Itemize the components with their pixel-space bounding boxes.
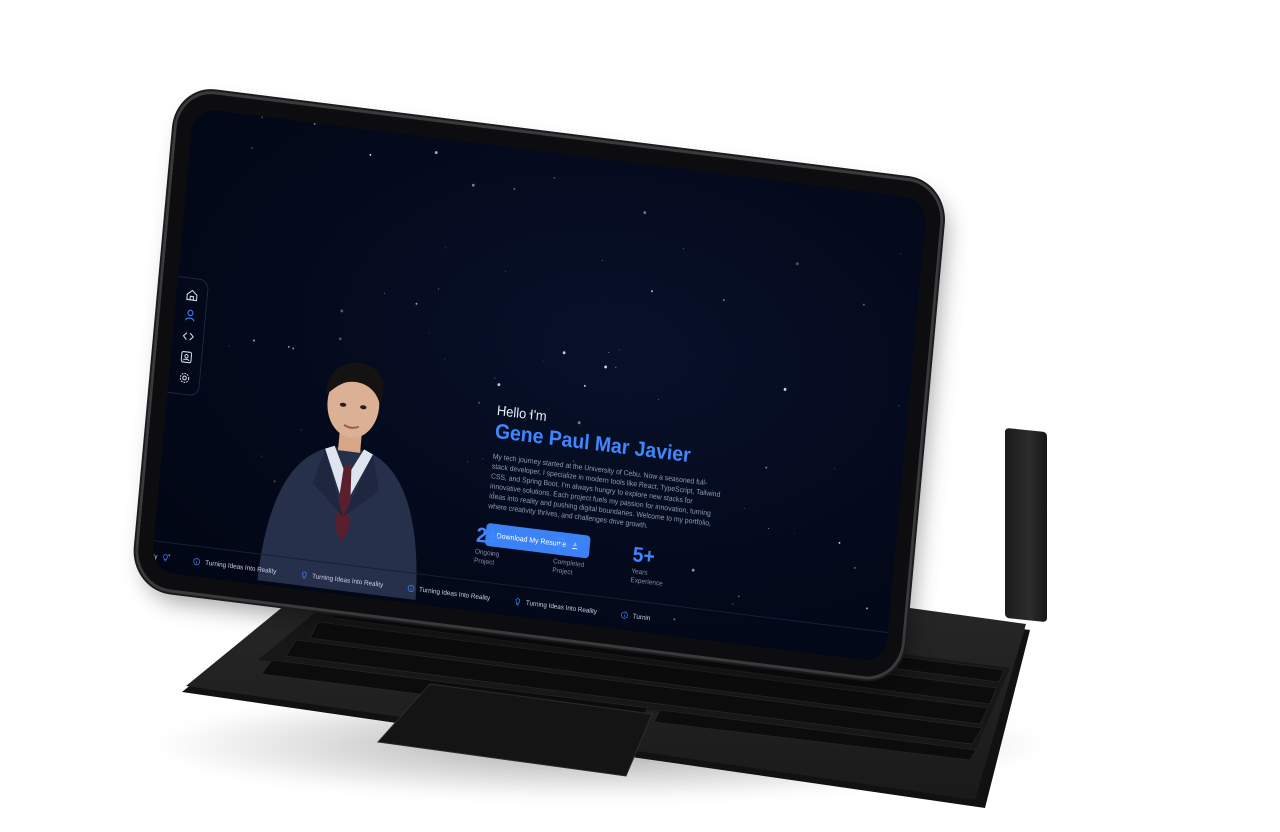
star <box>793 532 795 535</box>
star <box>643 210 647 214</box>
lightbulb-icon <box>515 598 520 606</box>
marquee-text: Turning Ideas Into Reality <box>418 586 491 602</box>
code-icon <box>182 332 194 341</box>
user-icon <box>184 309 194 322</box>
marquee-text: Turning Ideas Into Reality <box>525 599 598 616</box>
star <box>723 298 726 302</box>
star <box>562 351 566 355</box>
star <box>900 252 902 254</box>
star <box>865 606 868 610</box>
star <box>513 188 516 191</box>
marquee-fragment-end: Turnin <box>621 611 651 623</box>
star <box>743 508 745 510</box>
star <box>369 153 372 156</box>
sidebar-item-settings[interactable] <box>176 369 192 387</box>
marquee-item: Turning Ideas Into Reality <box>300 571 384 589</box>
star <box>338 336 342 341</box>
star <box>434 150 438 155</box>
star <box>604 365 608 370</box>
stat-completed-projects: 7+ Completed Project <box>552 533 620 583</box>
device-mockup: Hello I'm Gene Paul Mar Javier My tech j… <box>0 0 1280 832</box>
tablet: Hello I'm Gene Paul Mar Javier My tech j… <box>135 90 944 681</box>
star <box>783 387 787 392</box>
gear-icon <box>179 372 189 383</box>
star <box>795 262 799 266</box>
star <box>765 467 768 470</box>
star <box>494 377 496 379</box>
marquee-item: Turning Ideas Into Reality <box>407 584 491 602</box>
home-icon <box>185 290 197 302</box>
star <box>444 247 446 249</box>
keyboard-shadow <box>150 690 1050 800</box>
star <box>608 352 610 354</box>
star <box>737 595 740 598</box>
star <box>428 332 430 334</box>
sidebar-item-projects[interactable] <box>180 327 196 345</box>
star <box>340 308 344 313</box>
marquee-text: ty <box>152 552 158 561</box>
marquee-text: Turnin <box>632 612 651 622</box>
contact-card-icon <box>180 350 192 364</box>
star <box>477 401 480 404</box>
star <box>651 290 654 293</box>
star <box>583 384 587 388</box>
sidebar-item-contact[interactable] <box>178 348 194 366</box>
marquee-item: Turning Ideas Into Reality <box>193 557 277 575</box>
star <box>504 270 506 272</box>
star <box>838 541 841 544</box>
star <box>618 349 620 351</box>
info-icon <box>621 611 628 619</box>
star <box>261 116 264 119</box>
sidebar-item-home[interactable] <box>184 286 200 304</box>
star <box>732 603 734 605</box>
star <box>497 382 501 387</box>
star <box>863 303 866 306</box>
star <box>438 288 440 290</box>
star <box>683 247 685 250</box>
star <box>543 359 545 361</box>
lightbulb-icon <box>163 554 168 562</box>
star <box>482 458 484 460</box>
info-icon <box>407 584 415 592</box>
sidebar-item-about[interactable] <box>182 307 198 325</box>
star <box>313 123 316 126</box>
star <box>615 366 617 368</box>
lightbulb-icon <box>301 571 307 579</box>
star <box>467 460 469 463</box>
star <box>383 293 385 295</box>
star <box>228 345 230 347</box>
star <box>897 404 900 406</box>
star <box>834 468 836 470</box>
marquee-item: Turning Ideas Into Reality <box>514 597 598 615</box>
star <box>471 183 475 187</box>
star <box>252 339 255 342</box>
marquee-fragment-start: ty <box>152 552 170 562</box>
star <box>415 302 418 306</box>
star <box>553 177 556 180</box>
stat-years-experience: 5+ Years Experience <box>630 543 698 593</box>
stat-ongoing-projects: 2+ Ongoing Project <box>474 524 542 574</box>
portfolio-screen: Hello I'm Gene Paul Mar Javier My tech j… <box>151 107 928 663</box>
info-icon <box>193 558 201 566</box>
star <box>658 399 660 401</box>
marquee-text: Turning Ideas Into Reality <box>204 559 277 576</box>
star <box>768 527 770 529</box>
star <box>602 259 604 261</box>
tablet-stand <box>1005 427 1047 623</box>
star <box>853 566 856 569</box>
marquee-text: Turning Ideas Into Reality <box>311 572 384 589</box>
star <box>251 146 254 150</box>
